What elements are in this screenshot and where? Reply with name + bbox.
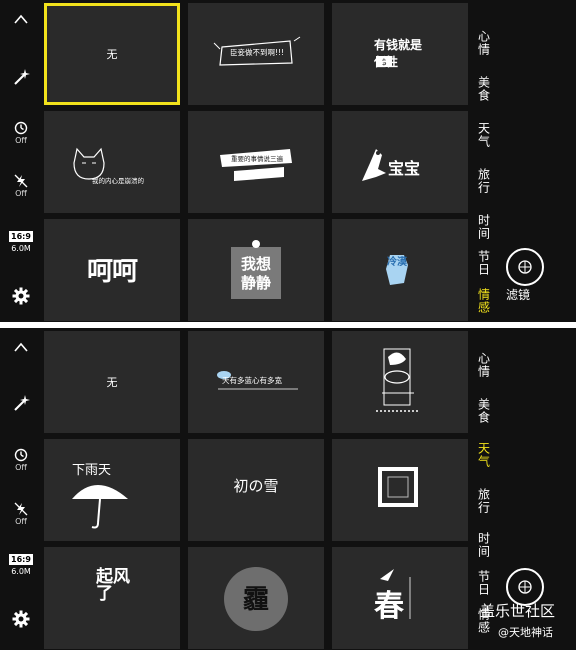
ratio-button[interactable]: 16:9 6.0M [0, 554, 42, 576]
settings-button[interactable] [0, 287, 42, 305]
sticker-tile[interactable]: 呵呵 [44, 219, 180, 321]
sticker-art [386, 255, 408, 285]
tab-travel[interactable]: 旅行 [470, 478, 498, 524]
sticker-tile[interactable]: 起风了 [44, 547, 180, 649]
sticker-tile[interactable]: $ 有钱就是任性 [332, 3, 468, 105]
sticker-tile[interactable]: 天有多蓝心有多宽 [188, 331, 324, 433]
sticker-text: 下雨天 [72, 463, 112, 478]
timer-button[interactable]: Off [0, 448, 42, 472]
sticker-text: 有钱就是任性 [374, 38, 423, 69]
category-tabs: 心情 美食 天气 旅行 时间 节日 情感 [470, 0, 498, 322]
filter-lens-icon [518, 580, 532, 594]
sticker-tile[interactable]: 下雨天 [44, 439, 180, 541]
beauty-button[interactable] [0, 394, 42, 412]
aspect-ratio-label: 16:9 [9, 554, 33, 565]
tab-food[interactable]: 美食 [470, 66, 498, 112]
sticker-none[interactable]: 无 [44, 3, 180, 105]
resolution-label: 6.0M [11, 567, 31, 576]
gear-icon [12, 287, 30, 305]
sticker-tile[interactable]: 冷漠 [332, 219, 468, 321]
ratio-button[interactable]: 16:9 6.0M [0, 231, 42, 253]
flash-button[interactable]: Off [0, 174, 42, 198]
tab-food[interactable]: 美食 [470, 388, 498, 434]
sticker-tile[interactable]: 重要的事情说三遍 [188, 111, 324, 213]
sticker-tile[interactable]: 初の雪 [188, 439, 324, 541]
camera-toolbar: Off Off 16:9 6.0M [0, 0, 42, 322]
sticker-text: 呵呵 [86, 257, 138, 287]
sticker-text: 天有多蓝心有多宽 [222, 376, 282, 385]
magic-wand-icon [14, 395, 30, 411]
aspect-ratio-label: 16:9 [9, 231, 33, 242]
sticker-panel-emotion: Off Off 16:9 6.0M 无 臣妾做不到啊!!! $ 有钱就是任性 我… [0, 0, 576, 322]
sticker-grid: 无 天有多蓝心有多宽 下雨天 初の雪 起风了 霾 春 [44, 331, 468, 649]
resolution-label: 6.0M [11, 244, 31, 253]
settings-button[interactable] [0, 610, 42, 628]
camera-toolbar: Off Off 16:9 6.0M [0, 328, 42, 650]
sticker-none-label: 无 [106, 376, 118, 389]
flash-off-icon [14, 502, 28, 516]
sticker-text: 臣妾做不到啊!!! [229, 48, 285, 57]
tab-emotion[interactable]: 情感 [470, 280, 498, 322]
gear-icon [12, 610, 30, 628]
sticker-text: 我想静静 [240, 255, 271, 292]
tab-mood[interactable]: 心情 [470, 342, 498, 388]
chevron-up-icon [14, 14, 28, 24]
filter-button[interactable] [506, 248, 544, 286]
sticker-text: 春 [374, 589, 404, 624]
tab-travel[interactable]: 旅行 [470, 158, 498, 204]
sticker-text: 我的内心是崩溃的 [92, 177, 144, 185]
flash-status: Off [15, 189, 27, 198]
timer-status: Off [15, 136, 27, 145]
tab-weather[interactable]: 天气 [470, 432, 498, 478]
sticker-art [378, 467, 418, 507]
sticker-tile[interactable]: 我想静静 [188, 219, 324, 321]
beauty-button[interactable] [0, 68, 42, 86]
sticker-tile[interactable]: 宝宝 [332, 111, 468, 213]
sticker-art [376, 348, 420, 412]
sticker-tile[interactable]: 我的内心是崩溃的 [44, 111, 180, 213]
sticker-art [72, 485, 128, 529]
sticker-tile[interactable]: 臣妾做不到啊!!! [188, 3, 324, 105]
sticker-text: 宝宝 [388, 159, 421, 178]
collapse-button[interactable] [0, 342, 42, 352]
sticker-text: 重要的事情说三遍 [231, 155, 283, 163]
tab-weather[interactable]: 天气 [470, 112, 498, 158]
timer-button[interactable]: Off [0, 121, 42, 145]
sticker-tile[interactable] [332, 439, 468, 541]
flash-off-icon [14, 174, 28, 188]
flash-status: Off [15, 517, 27, 526]
timer-icon [14, 448, 28, 462]
collapse-button[interactable] [0, 14, 42, 24]
magic-wand-icon [14, 69, 30, 85]
sticker-art [73, 147, 105, 180]
filter-lens-icon [518, 260, 532, 274]
sticker-tile[interactable]: 春 [332, 547, 468, 649]
sticker-text: 初の雪 [233, 477, 279, 495]
filter-label: 滤镜 [506, 288, 531, 302]
watermark-title: 盖乐世社区 [480, 602, 556, 620]
sticker-tile[interactable]: 霾 [188, 547, 324, 649]
sticker-none-label: 无 [106, 48, 118, 61]
flash-button[interactable]: Off [0, 502, 42, 526]
timer-icon [14, 121, 28, 135]
sticker-text: 冷漠 [387, 257, 407, 268]
watermark-handle: @天地神话 [498, 626, 553, 639]
sticker-tile[interactable] [332, 331, 468, 433]
chevron-up-icon [14, 342, 28, 352]
tab-mood[interactable]: 心情 [470, 20, 498, 66]
sticker-text: 起风了 [96, 567, 130, 604]
timer-status: Off [15, 463, 27, 472]
sticker-none[interactable]: 无 [44, 331, 180, 433]
sticker-text: 霾 [242, 585, 269, 615]
sticker-grid: 无 臣妾做不到啊!!! $ 有钱就是任性 我的内心是崩溃的 重要的事情说三遍 宝… [44, 3, 468, 321]
sticker-panel-weather: Off Off 16:9 6.0M 无 天有多蓝心有多宽 下雨天 初の雪 起风了… [0, 328, 576, 650]
